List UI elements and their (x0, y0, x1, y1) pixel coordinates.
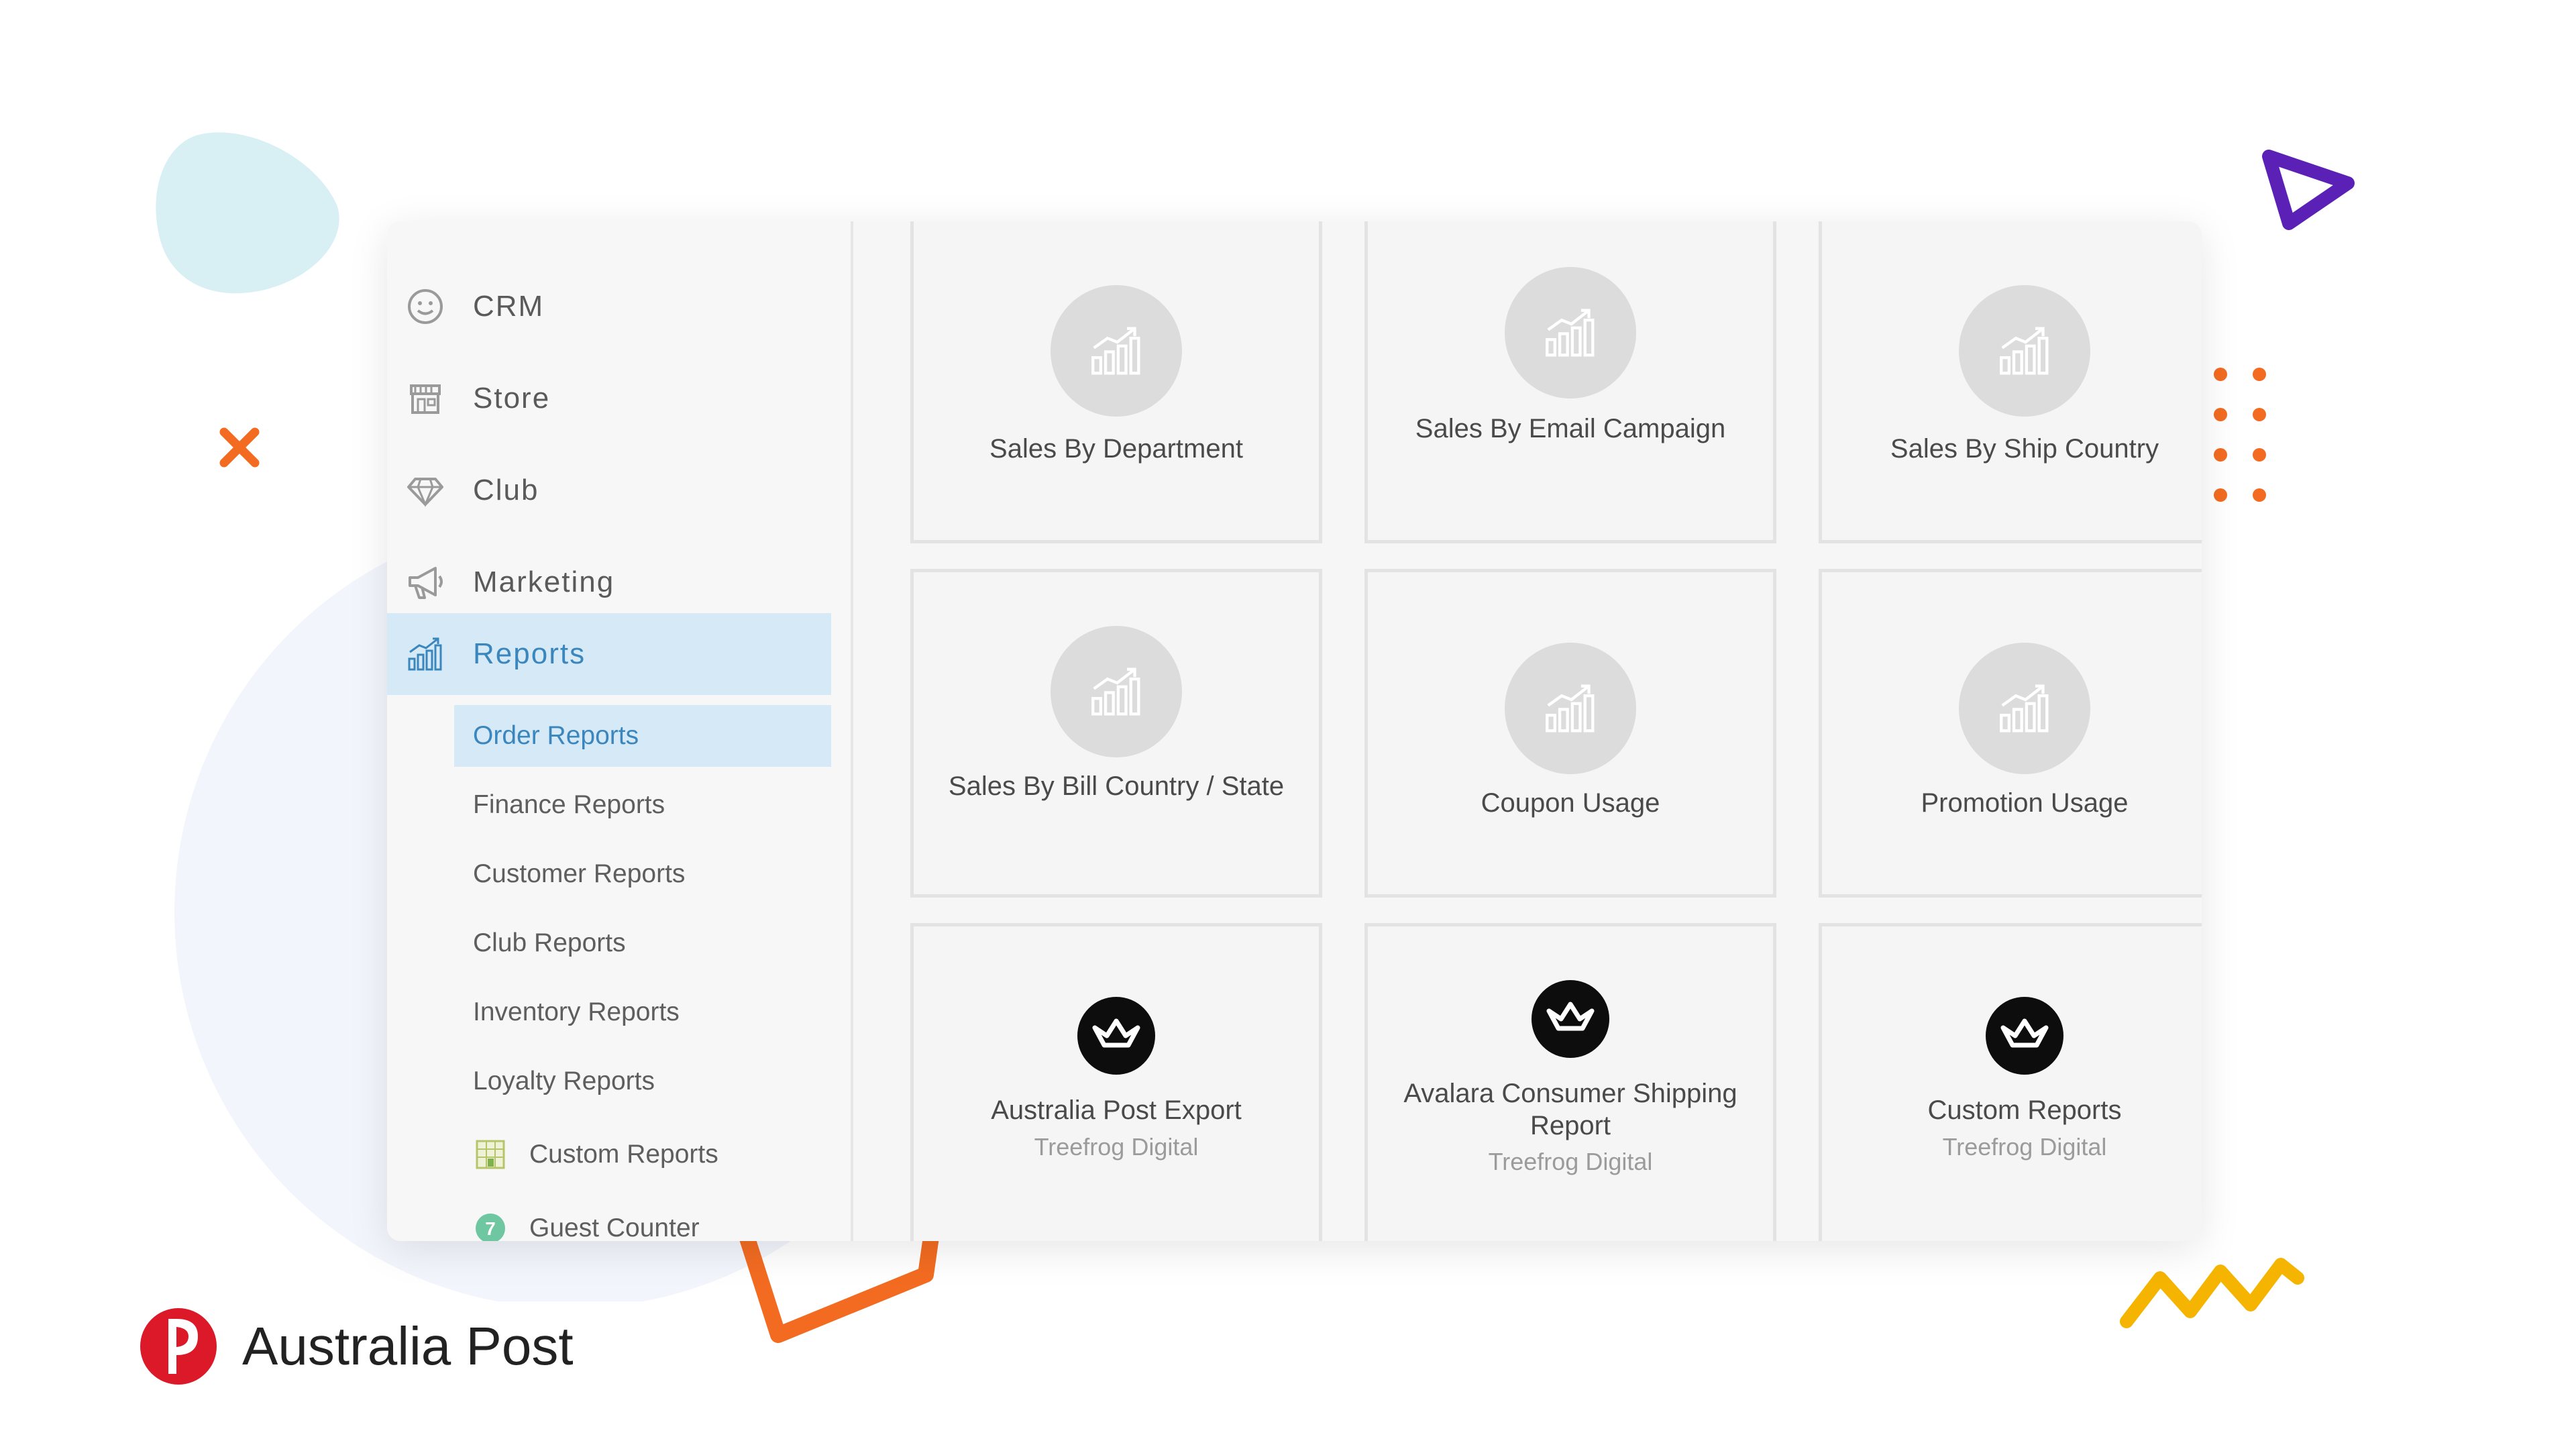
sidebar-item-store[interactable]: Store (387, 358, 831, 439)
report-icon-circle (1959, 643, 2090, 774)
svg-text:7: 7 (485, 1218, 496, 1239)
subitem-loyalty-reports[interactable]: Loyalty Reports (454, 1051, 831, 1112)
report-card-vendor: Treefrog Digital (1488, 1148, 1653, 1175)
report-icon-circle (1505, 267, 1636, 398)
sidebar-item-label: Store (473, 382, 551, 415)
bar-chart-icon (1091, 327, 1140, 375)
bar-chart-icon (2000, 684, 2049, 733)
report-card-promotion-usage[interactable]: Promotion Usage (1819, 569, 2202, 898)
bar-chart-icon (1546, 309, 1595, 357)
orange-x-shape (219, 427, 260, 468)
spreadsheet-icon (476, 1140, 505, 1169)
report-card-coupon-usage[interactable]: Coupon Usage (1364, 569, 1776, 898)
subitem-label: Custom Reports (529, 1140, 718, 1169)
report-card-title: Sales By Bill Country / State (948, 771, 1285, 801)
guest-counter-icon: 7 (476, 1214, 505, 1241)
sidebar-item-label: Club (473, 474, 539, 506)
report-card-sales-by-email-campaign[interactable]: Sales By Email Campaign (1364, 221, 1776, 543)
report-card-vendor: Treefrog Digital (1942, 1133, 2107, 1161)
subitem-club-reports[interactable]: Club Reports (454, 912, 831, 974)
treefrog-crown-icon (1986, 997, 2063, 1075)
report-card-sales-by-department[interactable]: Sales By Department (910, 221, 1322, 543)
report-card-title: Sales By Email Campaign (1415, 414, 1726, 443)
purple-triangle-shape (2262, 150, 2355, 230)
report-card-title: Sales By Ship Country (1890, 434, 2159, 464)
sidebar: CRM Store Club Marketing Reports Order R… (387, 221, 853, 1241)
subitem-custom-reports[interactable]: Custom Reports (454, 1124, 831, 1185)
brand-name: Australia Post (242, 1316, 574, 1376)
report-icon-circle (1051, 285, 1182, 417)
report-card-title: Avalara Consumer Shipping Report (1403, 1079, 1737, 1140)
report-card-avalara-consumer-shipping-report[interactable]: Avalara Consumer Shipping Report Treefro… (1364, 923, 1776, 1241)
subitem-label: Loyalty Reports (473, 1067, 655, 1095)
report-icon-circle (1959, 285, 2090, 417)
subitem-label: Finance Reports (473, 790, 665, 819)
brand: Australia Post (139, 1307, 574, 1386)
bar-chart-icon (1546, 684, 1595, 733)
report-card-australia-post-export[interactable]: Australia Post Export Treefrog Digital (910, 923, 1322, 1241)
sidebar-item-reports[interactable]: Reports (387, 613, 831, 695)
sidebar-item-label: CRM (473, 290, 545, 323)
subitem-finance-reports[interactable]: Finance Reports (454, 774, 831, 836)
treefrog-crown-icon (1077, 997, 1155, 1075)
report-card-custom-reports[interactable]: Custom Reports Treefrog Digital (1819, 923, 2202, 1241)
subitem-label: Order Reports (473, 721, 639, 750)
sidebar-item-label: Marketing (473, 566, 615, 598)
report-card-title: Coupon Usage (1481, 788, 1660, 818)
report-card-sales-by-bill-country-state[interactable]: Sales By Bill Country / State (910, 569, 1322, 898)
subitem-label: Inventory Reports (473, 998, 680, 1026)
subitem-label: Guest Counter (529, 1214, 700, 1241)
report-card-title: Sales By Department (989, 434, 1243, 464)
subitem-guest-counter[interactable]: 7 Guest Counter (454, 1197, 831, 1241)
report-card-title: Promotion Usage (1921, 788, 2129, 818)
store-icon (410, 384, 441, 414)
subitem-label: Customer Reports (473, 859, 686, 888)
report-card-sales-by-ship-country[interactable]: Sales By Ship Country (1819, 221, 2202, 543)
reports-panel: CRM Store Club Marketing Reports Order R… (387, 221, 2202, 1241)
subitem-customer-reports[interactable]: Customer Reports (454, 843, 831, 905)
report-card-title: Custom Reports (1927, 1095, 2122, 1125)
bar-chart-icon (408, 637, 442, 671)
report-card-title: Australia Post Export (991, 1095, 1242, 1125)
subitem-order-reports[interactable]: Order Reports (454, 705, 831, 767)
yellow-zigzag-shape (2120, 1258, 2304, 1328)
smiley-icon (408, 289, 443, 324)
megaphone-icon (409, 567, 443, 599)
orange-dots-grid-shape (2214, 368, 2266, 502)
sidebar-item-label: Reports (473, 637, 586, 670)
sidebar-item-crm[interactable]: CRM (387, 266, 831, 347)
australia-post-logo (140, 1308, 217, 1385)
sidebar-item-marketing[interactable]: Marketing (387, 541, 831, 623)
bar-chart-icon (2000, 327, 2049, 375)
report-icon-circle (1505, 643, 1636, 774)
bar-chart-icon (1091, 667, 1140, 716)
subitem-label: Club Reports (473, 928, 626, 957)
report-icon-circle (1051, 626, 1182, 757)
diamond-icon (407, 478, 443, 507)
light-blue-blob-shape (156, 132, 339, 294)
report-card-vendor: Treefrog Digital (1034, 1133, 1199, 1161)
sidebar-item-club[interactable]: Club (387, 449, 831, 531)
subitem-inventory-reports[interactable]: Inventory Reports (454, 981, 831, 1043)
treefrog-crown-icon (1532, 980, 1609, 1058)
